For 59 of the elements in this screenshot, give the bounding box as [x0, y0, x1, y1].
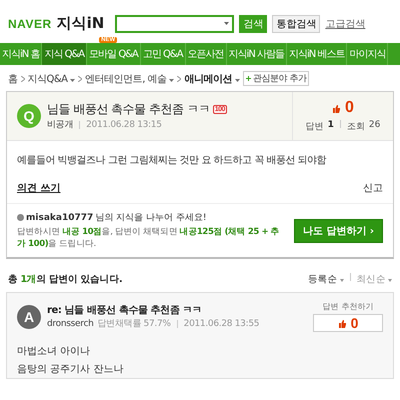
author-name: dronsserch: [47, 318, 94, 328]
service-title: 지식iN: [56, 14, 104, 33]
post-date: 2011.06.28 13:55: [184, 318, 260, 328]
plus-icon: [246, 76, 251, 81]
user-icon: [17, 214, 24, 221]
recommend-label: 답변 추천하기: [322, 301, 374, 312]
nav-tab[interactable]: 고민 Q&A: [140, 43, 186, 65]
chevron-icon: [20, 76, 24, 82]
breadcrumb-link[interactable]: 엔터테인먼트, 예술: [85, 72, 174, 86]
nav-tab[interactable]: 오픈사전: [186, 43, 227, 65]
view-count-label: 조회: [346, 121, 365, 133]
answer-icon: A: [17, 304, 41, 328]
advanced-search-link[interactable]: 고급검색: [325, 16, 366, 30]
answer-title: re: 님들 배풍선 촉수물 추천좀 ㅋㅋ: [47, 304, 203, 317]
breadcrumb-link[interactable]: 홈: [8, 72, 18, 86]
thumb-up-icon: [338, 318, 347, 328]
comment-link[interactable]: 의견 쓰기: [17, 181, 60, 195]
breadcrumb-link[interactable]: 지식Q&A: [28, 72, 76, 86]
caret-icon[interactable]: [70, 78, 76, 82]
caret-icon[interactable]: [169, 78, 174, 82]
nav-tab[interactable]: 지식 Q&A: [42, 43, 88, 65]
caret-icon[interactable]: [224, 22, 230, 25]
caret-icon[interactable]: [234, 78, 240, 82]
answer-button[interactable]: 나도 답변하기 ›: [294, 218, 383, 242]
adoption-rate: 답변채택률 57.7%: [98, 318, 171, 330]
naver-logo: NAVER: [8, 16, 52, 30]
question-body: 예를들어 빅뱅걸즈나 그런 그림체찌는 것만 요 하드하고 꼭 배풍선 되야함: [16, 154, 328, 168]
integrated-search-button[interactable]: 통합검색: [272, 14, 320, 32]
breadcrumb-link[interactable]: 애니메이션: [184, 72, 240, 86]
answer-line: 음탕의 공주기사 잔느나: [16, 363, 124, 377]
nav-tab[interactable]: 모바일 Q&A: [87, 43, 141, 65]
post-date: 2011.06.28 13:15: [86, 120, 162, 130]
like-count: 0: [332, 99, 354, 117]
view-count: 26: [368, 120, 380, 132]
search-button[interactable]: 검색: [239, 14, 268, 32]
question-icon: Q: [17, 104, 41, 128]
nav-tab[interactable]: 지식iN 베스트: [286, 43, 348, 65]
answer-summary: 총 1개의 답변이 있습니다.: [8, 273, 122, 286]
caret-icon[interactable]: [340, 279, 344, 282]
reward-text: 답변하시면 내공 10점을, 답변이 채택되면 내공125점 (채택 25 + 추가 100)을 드립니다.: [17, 226, 280, 250]
author-name: 비공개: [47, 119, 74, 131]
answer-count-label: 답변: [306, 121, 324, 133]
user-name: misaka10777: [26, 212, 94, 222]
search-field[interactable]: [115, 14, 234, 32]
thumb-up-icon: [332, 104, 342, 112]
add-interest-button[interactable]: 관심분야 추가: [242, 71, 310, 86]
caret-icon[interactable]: [388, 279, 392, 282]
sort-option[interactable]: 최신순: [356, 273, 392, 286]
nav-tab[interactable]: 지식iN 사람들: [226, 43, 287, 65]
question-title: 님들 배풍선 촉수물 추천좀 ㅋㅋ: [47, 101, 210, 118]
nav-tab[interactable]: 마이지식: [347, 43, 388, 65]
answer-line: 마법소녀 아이나: [16, 345, 92, 359]
report-link[interactable]: 신고: [363, 181, 383, 195]
recommend-button[interactable]: 0: [313, 314, 383, 332]
invite-text: 님의 지식을 나누어 주세요!: [95, 212, 206, 224]
answer-count: 1: [328, 120, 334, 132]
sort-option[interactable]: 등록순: [308, 273, 344, 286]
chevron-icon: [177, 76, 182, 82]
chevron-icon: [78, 76, 82, 82]
